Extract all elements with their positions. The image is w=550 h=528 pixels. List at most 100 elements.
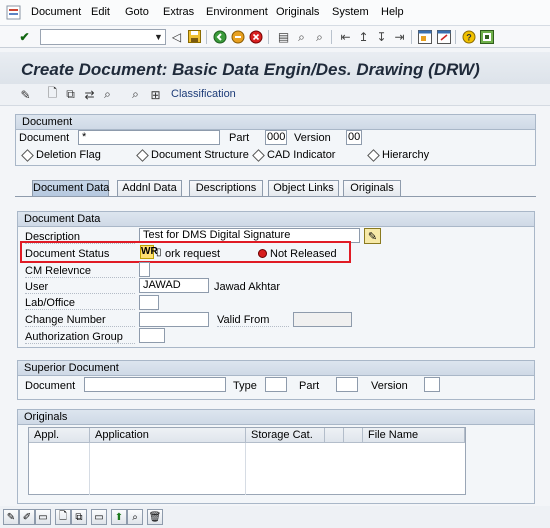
- user-field[interactable]: JAWAD: [139, 278, 209, 293]
- toolbar-separator: [331, 30, 332, 44]
- toolbar-separator: [411, 30, 412, 44]
- new-document-icon[interactable]: 🗋: [45, 86, 60, 102]
- display-icon[interactable]: ✐: [19, 509, 35, 525]
- label-underline: [25, 279, 135, 294]
- deletion-flag-label: Deletion Flag: [36, 149, 101, 161]
- shortcut-icon[interactable]: [436, 29, 451, 44]
- new-icon[interactable]: ▭: [35, 509, 51, 525]
- column-header-storage-cat[interactable]: Storage Cat.: [246, 428, 325, 443]
- label-underline: [25, 312, 135, 327]
- binoculars-icon[interactable]: ⌕: [100, 87, 115, 102]
- tab-document-data[interactable]: Document Data: [32, 180, 109, 196]
- originals-header: Originals: [18, 410, 534, 425]
- menu-icon[interactable]: [6, 5, 21, 20]
- menu-edit[interactable]: Edit: [91, 6, 110, 18]
- exit-icon[interactable]: [230, 29, 245, 44]
- toolbar-separator: [206, 30, 207, 44]
- label-underline: [25, 295, 135, 310]
- status-code-field[interactable]: WR: [140, 245, 158, 259]
- version-field[interactable]: 00: [346, 130, 362, 145]
- hierarchy-icon[interactable]: ⊞: [148, 87, 163, 102]
- menu-bar: Document Edit Goto Extras Environment Or…: [0, 0, 550, 26]
- menu-extras[interactable]: Extras: [163, 6, 194, 18]
- display-change-icon[interactable]: ⇄: [82, 87, 97, 102]
- label-underline: [25, 263, 135, 278]
- menu-system[interactable]: System: [332, 6, 369, 18]
- version-label: Version: [294, 132, 331, 144]
- superior-type-field[interactable]: [265, 377, 287, 392]
- document-number-field[interactable]: *: [78, 130, 220, 145]
- find-icon[interactable]: ⌕: [294, 29, 309, 44]
- change-number-field[interactable]: [139, 312, 209, 327]
- back-icon[interactable]: ◁: [169, 29, 184, 44]
- part-label: Part: [229, 132, 250, 144]
- hierarchy-label: Hierarchy: [382, 149, 430, 161]
- column-header-blank[interactable]: [344, 428, 363, 443]
- create-file-icon[interactable]: 🗋: [55, 509, 71, 525]
- edit-long-text-icon[interactable]: ✎: [364, 228, 381, 244]
- superior-part-label: Part: [299, 380, 320, 392]
- tab-originals[interactable]: Originals: [343, 180, 401, 196]
- find-icon[interactable]: ⌕: [128, 87, 143, 102]
- edit-pencil-icon[interactable]: ✎: [18, 87, 33, 102]
- superior-document-field[interactable]: [84, 377, 226, 392]
- tab-descriptions[interactable]: Descriptions: [189, 180, 263, 196]
- enter-icon[interactable]: ✔: [17, 29, 32, 44]
- tab-addnl-data[interactable]: Addnl Data: [117, 180, 182, 196]
- menu-environment[interactable]: Environment: [206, 6, 268, 18]
- prev-page-icon[interactable]: ↥: [356, 29, 371, 44]
- check-in-icon[interactable]: ⬆: [111, 509, 127, 525]
- standard-toolbar: ✔ ▼ ◁ ▤ ⌕ ⌕ ⇤ ↥ ↧ ⇥ ?: [0, 26, 550, 48]
- cancel-icon[interactable]: [248, 29, 263, 44]
- valid-from-field[interactable]: [293, 312, 352, 327]
- authorization-group-field[interactable]: [139, 328, 165, 343]
- originals-table[interactable]: Appl. Application Storage Cat. File Name: [28, 427, 466, 495]
- application-toolbar: ✎ 🗋 ⧉ ⇄ ⌕ ⌕ ⊞: [0, 84, 550, 106]
- tab-object-links[interactable]: Object Links: [268, 180, 339, 196]
- menu-originals[interactable]: Originals: [276, 6, 319, 18]
- superior-version-field[interactable]: [424, 377, 440, 392]
- menu-document[interactable]: Document: [31, 6, 81, 18]
- superior-type-label: Type: [233, 380, 257, 392]
- back-green-icon[interactable]: [212, 29, 227, 44]
- user-full-name: Jawad Akhtar: [214, 281, 281, 293]
- customize-layout-icon[interactable]: [479, 29, 494, 44]
- lab-office-field[interactable]: [139, 295, 159, 310]
- edit-icon[interactable]: ✎: [3, 509, 19, 525]
- page-title: Create Document: Basic Data Engin/Des. D…: [21, 60, 480, 79]
- cad-indicator-label: CAD Indicator: [267, 149, 336, 161]
- copy-icon[interactable]: ⧉: [63, 87, 78, 102]
- create-session-icon[interactable]: [417, 29, 432, 44]
- print-icon[interactable]: ▤: [276, 29, 291, 44]
- table-column: [29, 443, 90, 495]
- part-field[interactable]: 000: [265, 130, 287, 145]
- toolbar-separator: [455, 30, 456, 44]
- help-icon[interactable]: ?: [461, 29, 476, 44]
- next-page-icon[interactable]: ↧: [374, 29, 389, 44]
- chevron-down-icon[interactable]: ▼: [152, 30, 165, 44]
- column-header-appl[interactable]: Appl.: [29, 428, 90, 443]
- menu-help[interactable]: Help: [381, 6, 404, 18]
- last-page-icon[interactable]: ⇥: [392, 29, 407, 44]
- superior-document-header: Superior Document: [18, 361, 534, 376]
- delete-icon[interactable]: 🗑: [147, 509, 163, 525]
- column-header-file-name[interactable]: File Name: [363, 428, 465, 443]
- save-icon[interactable]: [187, 29, 202, 44]
- command-field[interactable]: [40, 29, 166, 45]
- toolbar-separator: [268, 30, 269, 44]
- release-status-text: Not Released: [270, 248, 337, 260]
- search-icon[interactable]: ⌕: [127, 509, 143, 525]
- label-underline: [217, 312, 289, 327]
- copy-icon[interactable]: ⧉: [71, 509, 87, 525]
- find-next-icon[interactable]: ⌕: [312, 29, 327, 44]
- open-folder-icon[interactable]: ▭: [91, 509, 107, 525]
- superior-part-field[interactable]: [336, 377, 358, 392]
- column-header-application[interactable]: Application: [90, 428, 246, 443]
- column-header-blank[interactable]: [325, 428, 344, 443]
- classification-button[interactable]: Classification: [171, 88, 236, 100]
- document-status-label: Document Status: [25, 248, 110, 260]
- first-page-icon[interactable]: ⇤: [338, 29, 353, 44]
- menu-goto[interactable]: Goto: [125, 6, 149, 18]
- cm-relevance-checkbox[interactable]: [139, 262, 150, 277]
- tab-strip-line: [15, 196, 536, 197]
